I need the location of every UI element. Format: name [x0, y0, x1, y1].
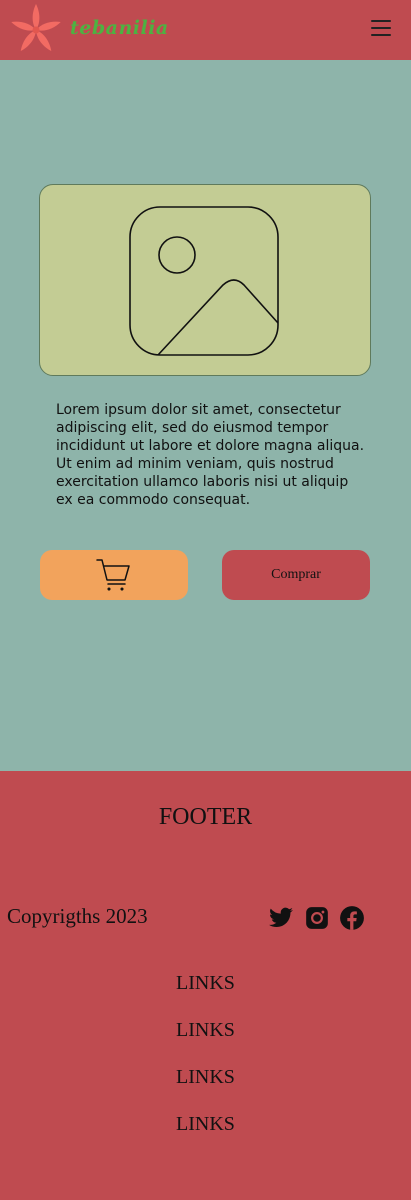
footer-link[interactable]: LINKS	[0, 1019, 411, 1042]
footer-title: FOOTER	[158, 804, 253, 830]
footer-link[interactable]: LINKS	[0, 1066, 411, 1089]
site-header: tebanilia	[0, 0, 411, 60]
facebook-icon[interactable]	[339, 905, 365, 931]
product-description: Lorem ipsum dolor sit amet, consectetur …	[56, 402, 365, 508]
hamburger-menu-icon[interactable]	[371, 20, 391, 40]
add-to-cart-button[interactable]	[40, 550, 188, 600]
twitter-icon[interactable]	[268, 905, 294, 931]
footer-link[interactable]: LINKS	[0, 1113, 411, 1136]
shopping-cart-icon	[96, 559, 130, 591]
main-content: Lorem ipsum dolor sit amet, consectetur …	[0, 60, 411, 771]
instagram-icon[interactable]	[304, 905, 330, 931]
brand-name[interactable]: tebanilia	[70, 17, 169, 39]
site-footer: FOOTER Copyrigths 2023 LINKS LINKS LINKS…	[0, 771, 411, 1200]
footer-link[interactable]: LINKS	[0, 972, 411, 995]
image-placeholder-icon	[129, 206, 279, 356]
copyright-text: Copyrigths 2023	[7, 904, 148, 928]
buy-button[interactable]: Comprar	[222, 550, 370, 600]
product-image	[39, 184, 371, 376]
flower-logo-icon[interactable]	[9, 3, 63, 57]
